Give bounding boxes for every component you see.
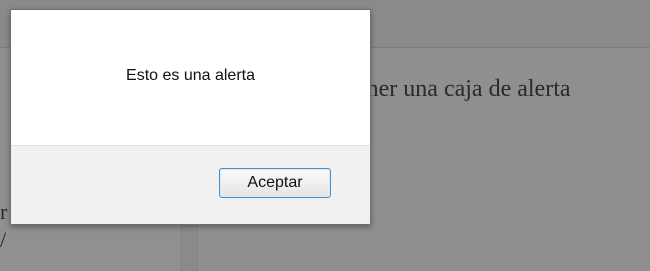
alert-body: Esto es una alerta bbox=[11, 10, 370, 145]
alert-dialog: Esto es una alerta Aceptar bbox=[10, 9, 371, 225]
background-content-text: ener una caja de alerta bbox=[356, 76, 571, 102]
alert-message: Esto es una alerta bbox=[126, 67, 255, 84]
alert-footer: Aceptar bbox=[11, 145, 370, 224]
background-left-text: r / bbox=[0, 199, 8, 252]
accept-button[interactable]: Aceptar bbox=[219, 168, 331, 198]
